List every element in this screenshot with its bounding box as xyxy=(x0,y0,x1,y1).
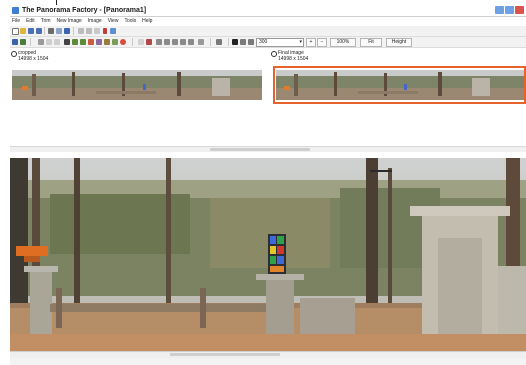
image-icon xyxy=(271,51,277,57)
menu-image[interactable]: Image xyxy=(88,17,102,25)
image-gallery: cropped 14998 x 1504 Final image 14998 x… xyxy=(10,48,526,152)
menu-new-image[interactable]: New Image xyxy=(57,17,82,25)
status-bar xyxy=(10,358,526,365)
blend-icon[interactable] xyxy=(88,39,94,45)
minimize-button[interactable] xyxy=(495,6,504,14)
import-icon[interactable] xyxy=(12,39,18,45)
cropped-label: cropped 14998 x 1504 xyxy=(11,50,48,62)
help-icon[interactable] xyxy=(110,28,116,34)
menu-help[interactable]: Help xyxy=(142,17,152,25)
gallery-scrollbar[interactable] xyxy=(10,146,526,152)
scroll-thumb[interactable] xyxy=(210,148,310,151)
app-icon xyxy=(12,7,19,14)
open-icon[interactable] xyxy=(20,28,26,34)
main-toolbar xyxy=(10,26,526,37)
hand-icon[interactable] xyxy=(240,39,246,45)
panorama-image xyxy=(10,158,526,351)
menu-bar: File Edit Trim New Image Image View Tool… xyxy=(10,17,526,25)
copy-icon[interactable] xyxy=(86,28,92,34)
frame4-icon[interactable] xyxy=(180,39,186,45)
image-icon xyxy=(11,51,17,57)
window-icon[interactable] xyxy=(216,39,222,45)
save-icon[interactable] xyxy=(28,28,34,34)
menu-file[interactable]: File xyxy=(12,17,20,25)
frame-icon[interactable] xyxy=(156,39,162,45)
delete-icon[interactable] xyxy=(103,28,107,34)
zoom-select[interactable]: 300 ▾ xyxy=(256,38,304,47)
zoom-out-button[interactable]: − xyxy=(317,38,327,47)
undo-icon[interactable] xyxy=(138,39,144,45)
cancel-icon[interactable] xyxy=(146,39,152,45)
menu-tools[interactable]: Tools xyxy=(124,17,136,25)
new-icon[interactable] xyxy=(12,28,19,35)
grid-icon[interactable] xyxy=(64,39,70,45)
view-scroll-thumb[interactable] xyxy=(170,353,280,356)
stop-icon[interactable] xyxy=(120,39,126,45)
image-toolbar: 300 ▾ + − 100% Fit Height xyxy=(10,37,526,48)
frame2-icon[interactable] xyxy=(164,39,170,45)
frame5-icon[interactable] xyxy=(188,39,194,45)
title-bar: The Panorama Factory - [Panorama1] xyxy=(10,5,526,17)
height-button[interactable]: Height xyxy=(386,38,412,47)
selected-image-frame xyxy=(273,66,526,104)
color-icon[interactable] xyxy=(96,39,102,45)
maximize-button[interactable] xyxy=(505,6,514,14)
app-window: The Panorama Factory - [Panorama1] File … xyxy=(10,0,526,365)
flip-icon[interactable] xyxy=(54,39,60,45)
close-button[interactable] xyxy=(515,6,524,14)
chevron-down-icon: ▾ xyxy=(299,39,302,45)
scan-icon[interactable] xyxy=(64,28,70,34)
stitch-icon[interactable] xyxy=(72,39,78,45)
panorama-view[interactable] xyxy=(10,158,526,351)
crop-icon[interactable] xyxy=(104,39,110,45)
cropped-image xyxy=(12,70,262,100)
paste-icon[interactable] xyxy=(94,28,100,34)
cropped-thumbnail[interactable] xyxy=(12,70,262,100)
preview-icon[interactable] xyxy=(56,28,62,34)
pointer-icon[interactable] xyxy=(232,39,238,45)
save-as-icon[interactable] xyxy=(36,28,42,34)
menu-edit[interactable]: Edit xyxy=(26,17,35,25)
gallery-icon[interactable] xyxy=(20,39,26,45)
view-scrollbar[interactable] xyxy=(10,351,526,358)
frame6-icon[interactable] xyxy=(198,39,204,45)
sharpen-icon[interactable] xyxy=(112,39,118,45)
rotate-icon[interactable] xyxy=(38,39,44,45)
frame3-icon[interactable] xyxy=(172,39,178,45)
zoom-icon[interactable] xyxy=(248,39,254,45)
print-icon[interactable] xyxy=(48,28,54,34)
window-title: The Panorama Factory - [Panorama1] xyxy=(22,7,147,14)
menu-trim[interactable]: Trim xyxy=(41,17,51,25)
fit-button[interactable]: Fit xyxy=(360,38,382,47)
zoom-100-button[interactable]: 100% xyxy=(330,38,356,47)
zoom-in-button[interactable]: + xyxy=(306,38,316,47)
align-icon[interactable] xyxy=(80,39,86,45)
menu-view[interactable]: View xyxy=(108,17,119,25)
final-label: Final image 14998 x 1504 xyxy=(271,50,308,62)
mirror-icon[interactable] xyxy=(46,39,52,45)
cut-icon[interactable] xyxy=(78,28,84,34)
